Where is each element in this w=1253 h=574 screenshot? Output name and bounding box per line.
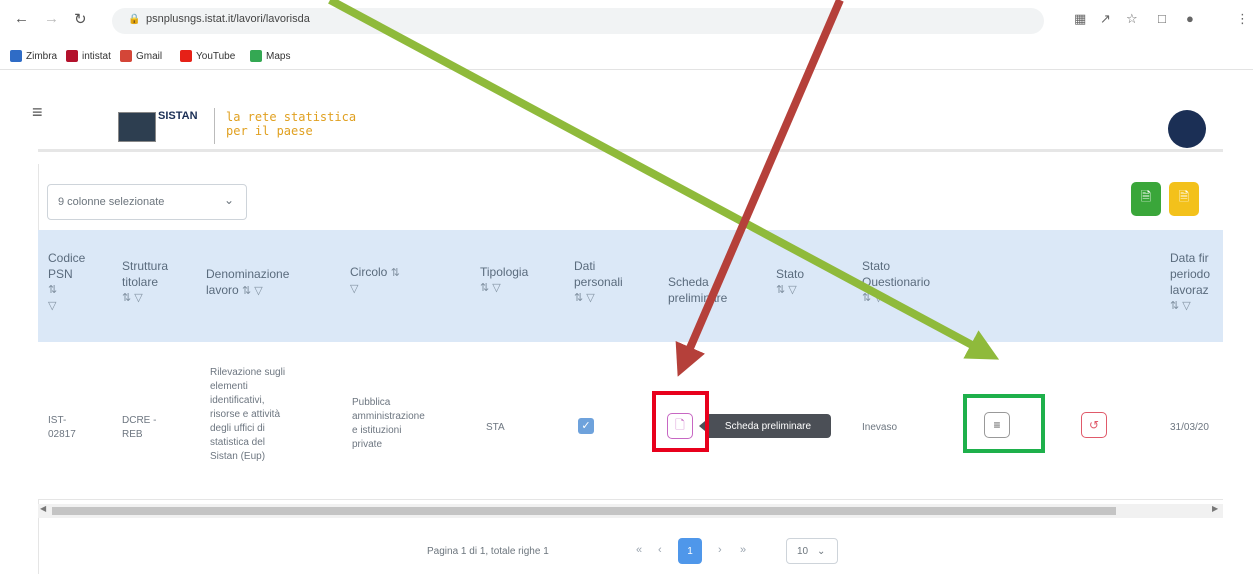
zimbra-icon (10, 50, 22, 62)
page-1-button[interactable]: 1 (678, 538, 702, 564)
header-stato-questionario[interactable]: Stato Questionario ⇅ ▽ (862, 258, 930, 306)
header-dati-personali[interactable]: Dati personali ⇅ ▽ (574, 258, 623, 306)
history-button[interactable]: ↺ (1081, 412, 1107, 438)
header-denominazione-lavoro[interactable]: Denominazione lavoro ⇅ ▽ (206, 266, 289, 299)
gmail-icon (120, 50, 132, 62)
bookmarks-bar: Zimbra intistat Gmail YouTube Maps (0, 42, 1253, 70)
first-page-icon[interactable]: « (636, 544, 642, 556)
export-excel-button[interactable]: 🗎 (1131, 182, 1161, 216)
reload-icon[interactable]: ↻ (74, 10, 87, 28)
url-text: psnplusngs.istat.it/lavori/lavorisda (146, 13, 310, 25)
logo-divider (214, 108, 215, 144)
forward-icon[interactable]: → (44, 10, 59, 27)
sort-filter-icons[interactable]: ⇅ ▽ (776, 282, 804, 298)
back-icon[interactable]: ← (14, 10, 29, 27)
pagination (38, 530, 1223, 574)
sort-filter-icons[interactable]: ⇅ ▽ (574, 290, 623, 306)
prev-page-icon[interactable]: ‹ (658, 544, 662, 556)
tagline: la rete statistica per il paese (226, 110, 357, 138)
sistan-logo-icon (118, 112, 156, 142)
page-size-select[interactable]: 10 ⌄ (786, 538, 838, 564)
app-header (38, 90, 1223, 150)
pagination-text: Pagina 1 di 1, totale righe 1 (427, 546, 549, 557)
hamburger-menu-icon[interactable]: ≡ (32, 102, 43, 123)
scroll-right-icon[interactable]: ▶ (1212, 504, 1218, 513)
lock-icon: 🔒 (128, 14, 141, 25)
annotation-green-box (963, 394, 1045, 453)
cell-denominazione: Rilevazione sugli elementi identificativ… (210, 367, 286, 462)
bookmark-zimbra[interactable]: Zimbra (10, 50, 57, 62)
cell-data-fine: 31/03/20 (1170, 422, 1209, 433)
tooltip: Scheda preliminare (699, 414, 831, 438)
sort-filter-icons[interactable]: ⇅ ▽ (862, 290, 930, 306)
user-avatar[interactable] (1168, 110, 1206, 148)
address-bar[interactable]: 🔒 psnplusngs.istat.it/lavori/lavorisda (112, 8, 1044, 34)
star-icon[interactable]: ☆ (1126, 11, 1138, 27)
history-icon: ↺ (1088, 418, 1100, 432)
header-stato[interactable]: Stato ⇅ ▽ (776, 266, 804, 298)
browser-toolbar: ← → ↻ 🔒 psnplusngs.istat.it/lavori/lavor… (0, 0, 1253, 42)
export-pdf-button[interactable]: 🗎 (1169, 182, 1199, 216)
next-page-icon[interactable]: › (718, 544, 722, 556)
sort-filter-icons[interactable]: ⇅ ▽ (242, 285, 263, 297)
sort-filter-icons[interactable]: ⇅ ▽ (1170, 298, 1210, 314)
sidepanel-icon[interactable]: □ (1158, 11, 1166, 26)
header-divider (38, 149, 1223, 152)
maps-icon (250, 50, 262, 62)
logo-text: SISTAN (158, 110, 198, 122)
cell-tipologia: STA (486, 422, 505, 433)
sort-filter-icons[interactable]: ⇅ ▽ (122, 290, 168, 306)
cell-codice: IST- 02817 (48, 415, 76, 440)
bookmark-intistat[interactable]: intistat (66, 50, 111, 62)
scrollbar-thumb[interactable] (52, 507, 1116, 515)
translate-icon[interactable]: ▦ (1074, 11, 1086, 27)
chevron-down-icon: ⌄ (223, 193, 234, 207)
last-page-icon[interactable]: » (740, 544, 746, 556)
bookmark-youtube[interactable]: YouTube (180, 50, 235, 62)
file-icon: 🗎 (1140, 189, 1152, 204)
cell-stato-questionario: Inevaso (862, 422, 898, 433)
profile-icon[interactable]: ● (1186, 11, 1194, 26)
header-codice-psn[interactable]: Codice PSN ⇅ ▽ (48, 250, 85, 314)
filter-icon[interactable]: ▽ (48, 298, 85, 314)
cell-struttura: DCRE - REB (122, 415, 157, 440)
file-icon: 🗎 (1178, 189, 1190, 204)
screenshot: ← → ↻ 🔒 psnplusngs.istat.it/lavori/lavor… (0, 0, 1253, 574)
header-data-fine-periodo[interactable]: Data fir periodo lavoraz ⇅ ▽ (1170, 250, 1210, 314)
bookmark-gmail[interactable]: Gmail (120, 50, 162, 62)
menu-icon[interactable]: ⋮ (1236, 11, 1249, 27)
cell-circolo: Pubblica amministrazione e istituzioni p… (352, 397, 425, 450)
columns-select[interactable]: 9 colonne selezionate ⌄ (47, 184, 247, 220)
share-icon[interactable]: ↗ (1100, 11, 1111, 27)
header-circolo[interactable]: Circolo ⇅ ▽ (350, 264, 400, 297)
header-tipologia[interactable]: Tipologia ⇅ ▽ (480, 264, 528, 296)
chevron-down-icon: ⌄ (817, 546, 826, 557)
annotation-red-box (652, 391, 709, 452)
filter-icon[interactable]: ▽ (350, 281, 400, 297)
sort-filter-icons[interactable]: ⇅ ▽ (480, 280, 528, 296)
sort-icon[interactable]: ⇅ (48, 282, 85, 298)
dati-personali-checkbox[interactable]: ✓ (578, 418, 594, 434)
header-scheda-preliminare[interactable]: Scheda preliminare (668, 274, 727, 306)
youtube-icon (180, 50, 192, 62)
intistat-icon (66, 50, 78, 62)
bookmark-maps[interactable]: Maps (250, 50, 290, 62)
header-struttura-titolare[interactable]: Struttura titolare ⇅ ▽ (122, 258, 168, 306)
sort-icon[interactable]: ⇅ (391, 267, 400, 279)
scroll-left-icon[interactable]: ◀ (40, 504, 46, 513)
